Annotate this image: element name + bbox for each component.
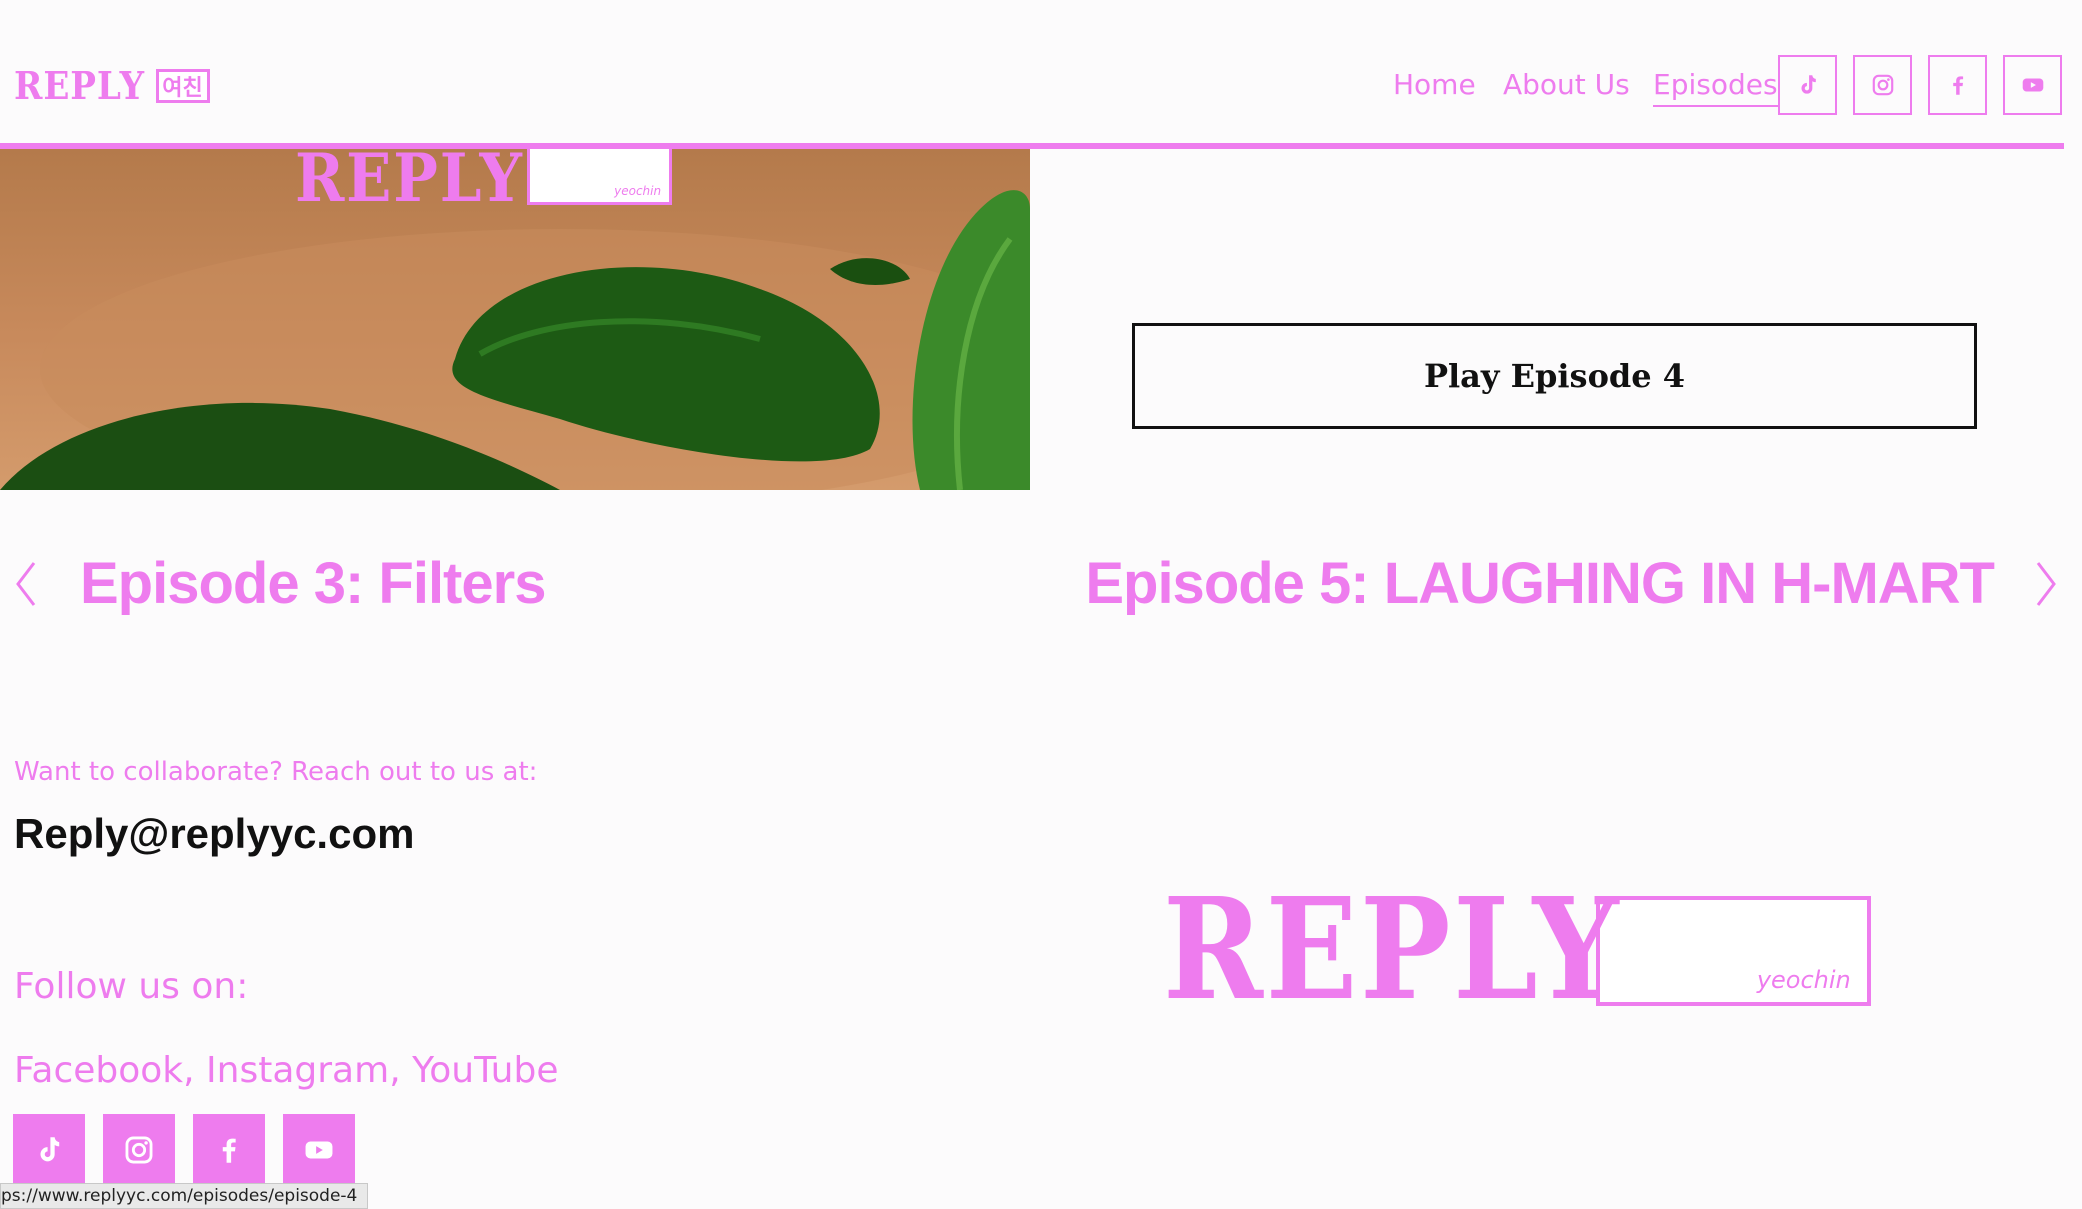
site-logo[interactable]: REPLY 여친 [14, 64, 210, 108]
header-youtube-button[interactable] [2003, 55, 2062, 115]
instagram-icon [1872, 74, 1893, 96]
footer-logo: REPLY yeochin [1163, 880, 1871, 1020]
youtube-icon [2022, 78, 2043, 92]
instagram-icon [125, 1136, 153, 1164]
active-nav-underline [1653, 105, 1778, 107]
facebook-icon [1952, 76, 1963, 95]
hero-logo-korean-mark: yeochin [527, 149, 673, 205]
header-facebook-button[interactable] [1928, 55, 1987, 115]
collaborate-text: Want to collaborate? Reach out to us at: [14, 757, 538, 787]
nav-episodes-link[interactable]: Episodes [1653, 68, 1778, 107]
next-episode-title: Episode 5: LAUGHING IN H-MART [1085, 551, 1995, 616]
next-episode-link[interactable]: Episode 5: LAUGHING IN H-MART [1085, 550, 2058, 617]
tiktok-icon [40, 1137, 60, 1162]
header-instagram-button[interactable] [1853, 55, 1912, 115]
footer-social-links [13, 1114, 355, 1186]
nav-about-link[interactable]: About Us [1503, 68, 1630, 101]
contact-email-link[interactable]: Reply@replyyc.com [14, 810, 414, 858]
footer-logo-wordmark: REPLY [1163, 868, 1622, 1032]
play-episode-button[interactable]: Play Episode 4 [1132, 323, 1977, 429]
header-tiktok-button[interactable] [1778, 55, 1837, 115]
previous-episode-link[interactable]: Episode 3: Filters [14, 550, 546, 617]
logo-korean-mark: 여친 [155, 69, 210, 103]
chevron-left-icon [16, 561, 36, 606]
hero-logo-wordmark: REPLY [295, 149, 524, 217]
nav-home-link[interactable]: Home [1393, 68, 1476, 101]
tiktok-icon [1801, 75, 1816, 94]
hero-logo: REPLY yeochin [295, 149, 673, 217]
play-episode-label: Play Episode 4 [1423, 357, 1686, 395]
site-header: REPLY 여친 Home About Us Episodes [0, 0, 2082, 150]
footer-youtube-button[interactable] [283, 1114, 355, 1186]
browser-status-bar: ps://www.replyyc.com/episodes/episode-4 [0, 1183, 369, 1209]
footer-logo-korean-mark: yeochin [1595, 896, 1871, 1006]
social-networks-text: Facebook, Instagram, YouTube [14, 1050, 559, 1091]
nav-episodes-label: Episodes [1653, 68, 1778, 101]
follow-us-heading: Follow us on: [14, 966, 249, 1007]
previous-episode-title: Episode 3: Filters [80, 551, 546, 616]
footer-tiktok-button[interactable] [13, 1114, 85, 1186]
footer-logo-romanized: yeochin [1756, 966, 1851, 994]
facebook-icon [222, 1138, 236, 1163]
episode-cover-image: REPLY yeochin [0, 149, 1030, 490]
footer-instagram-button[interactable] [103, 1114, 175, 1186]
logo-wordmark: REPLY [14, 63, 145, 108]
footer-facebook-button[interactable] [193, 1114, 265, 1186]
chevron-right-icon [2036, 561, 2056, 606]
hero-logo-romanized: yeochin [614, 184, 662, 198]
youtube-icon [305, 1141, 333, 1159]
